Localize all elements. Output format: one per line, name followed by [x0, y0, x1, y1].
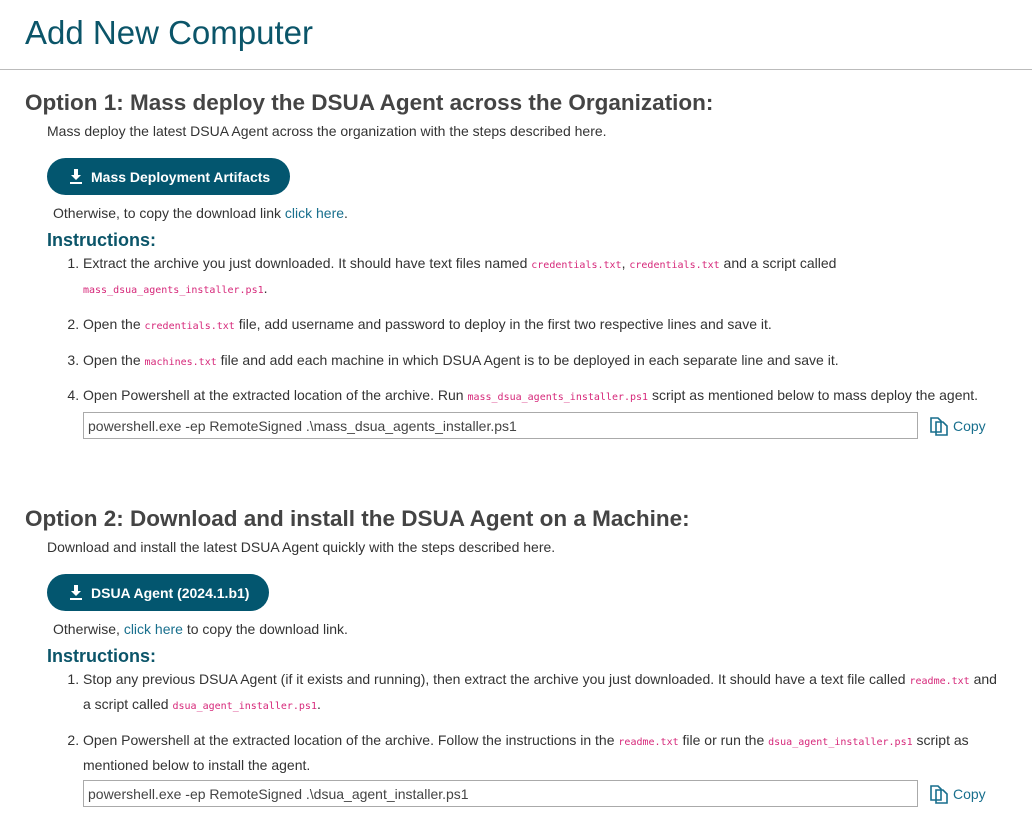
copy-icon [930, 416, 948, 436]
option2-description: Download and install the latest DSUA Age… [47, 539, 556, 555]
text: Open Powershell at the extracted locatio… [83, 732, 619, 748]
text: Otherwise, [53, 621, 124, 637]
copy-label: Copy [953, 785, 986, 802]
mass-deployment-artifacts-button[interactable]: Mass Deployment Artifacts [47, 158, 291, 195]
text: Open the [83, 316, 145, 332]
code: credentials.txt [144, 321, 235, 332]
code: dsua_agent_installer.ps1 [172, 701, 317, 712]
dsua-agent-download-button[interactable]: DSUA Agent (2024.1.b1) [47, 574, 270, 611]
code: dsua_agent_installer.ps1 [768, 737, 913, 748]
text: . [263, 280, 268, 296]
instructions-heading: Instructions: [47, 646, 157, 666]
copy-button[interactable]: Copy [929, 783, 986, 805]
list-item: Stop any previous DSUA Agent (if it exis… [83, 668, 1005, 718]
button-label: DSUA Agent (2024.1.b1) [91, 584, 250, 601]
text: script as mentioned below to mass deploy… [648, 387, 979, 403]
instructions-list: Stop any previous DSUA Agent (if it exis… [25, 668, 1005, 807]
text: Open Powershell at the extracted locatio… [83, 387, 468, 403]
copy-link-click-here[interactable]: click here [124, 621, 183, 637]
text: . [316, 696, 321, 712]
option1-description: Mass deploy the latest DSUA Agent across… [47, 123, 607, 139]
text: . [344, 205, 348, 221]
text: file and add each machine in which DSUA … [216, 352, 839, 368]
text: to copy the download link. [182, 621, 348, 637]
list-item: Open the credentials.txt file, add usern… [83, 313, 1005, 338]
text: Stop any previous DSUA Agent (if it exis… [83, 671, 910, 687]
option2-copy-link-text: Otherwise, click here to copy the downlo… [53, 620, 1005, 638]
option1-copy-link-text: Otherwise, to copy the download link cli… [53, 204, 1005, 222]
code: readme.txt [618, 737, 679, 748]
copy-label: Copy [953, 417, 986, 434]
instructions-heading: Instructions: [47, 230, 157, 250]
copy-icon [930, 784, 948, 804]
download-icon [70, 585, 82, 600]
download-icon [70, 169, 82, 184]
list-item: Open Powershell at the extracted locatio… [83, 385, 1005, 439]
text: Open the [83, 352, 145, 368]
option2-heading: Option 2: Download and install the DSUA … [25, 506, 690, 531]
command-input[interactable] [83, 412, 918, 439]
code: credentials.txt [629, 260, 720, 271]
option1-section: Option 1: Mass deploy the DSUA Agent acr… [25, 88, 1005, 450]
copy-button[interactable]: Copy [929, 416, 986, 436]
code: mass_dsua_agents_installer.ps1 [83, 285, 264, 296]
option1-heading: Option 1: Mass deploy the DSUA Agent acr… [25, 90, 714, 115]
code: readme.txt [909, 676, 970, 687]
code: mass_dsua_agents_installer.ps1 [467, 392, 649, 403]
text: and a script called [719, 255, 837, 271]
code: machines.txt [144, 357, 217, 368]
text: file or run the [678, 732, 769, 748]
copy-link-click-here[interactable]: click here [285, 205, 344, 221]
command-input[interactable] [83, 780, 918, 807]
text: file, add username and password to deplo… [234, 316, 772, 332]
option2-section: Option 2: Download and install the DSUA … [25, 504, 1005, 818]
list-item: Open the machines.txt file and add each … [83, 349, 1005, 374]
page-title: Add New Computer [25, 14, 313, 51]
list-item: Extract the archive you just downloaded.… [83, 252, 1005, 302]
instructions-list: Extract the archive you just downloaded.… [25, 252, 1005, 439]
button-label: Mass Deployment Artifacts [91, 168, 271, 185]
list-item: Open Powershell at the extracted locatio… [83, 729, 1005, 807]
text: Extract the archive you just downloaded.… [83, 255, 532, 271]
code: credentials.txt [531, 260, 622, 271]
text: Otherwise, to copy the download link [53, 205, 285, 221]
divider [0, 69, 1032, 70]
